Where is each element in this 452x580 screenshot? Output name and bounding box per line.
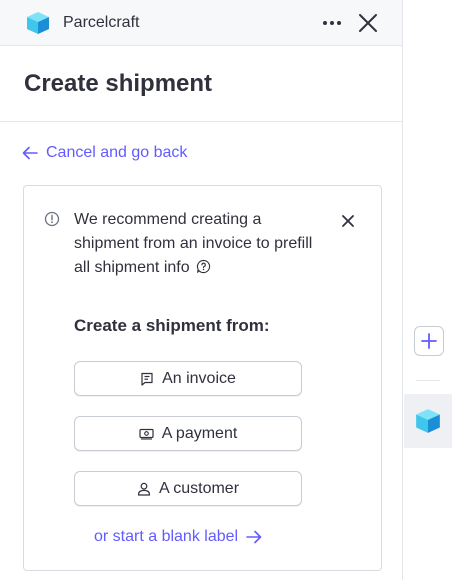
blank-label-link[interactable]: or start a blank label <box>94 528 262 546</box>
arrow-left-icon <box>22 146 38 160</box>
invoice-icon <box>141 372 153 386</box>
create-shipment-card: We recommend creating a shipment from an… <box>23 185 382 571</box>
more-options-button[interactable] <box>318 9 346 37</box>
plus-icon <box>421 333 437 349</box>
rail-divider <box>416 380 440 381</box>
blank-label-text: or start a blank label <box>94 528 239 545</box>
from-payment-label: A payment <box>161 424 238 442</box>
app-side-rail <box>404 0 452 580</box>
close-icon <box>342 215 354 227</box>
parcelcraft-cube-icon <box>416 409 440 433</box>
help-icon[interactable] <box>196 258 211 282</box>
more-horizontal-icon <box>323 20 341 25</box>
dismiss-notice-button[interactable] <box>341 214 357 230</box>
payment-icon <box>139 428 154 440</box>
customer-icon <box>137 482 151 496</box>
cancel-back-link[interactable]: Cancel and go back <box>22 144 187 162</box>
parcelcraft-cube-icon <box>24 9 52 37</box>
from-invoice-label: An invoice <box>162 369 236 387</box>
app-drawer-panel: Parcelcraft Create shipment Cancel and g… <box>0 0 403 580</box>
close-icon <box>359 13 377 32</box>
arrow-right-icon <box>246 530 262 544</box>
recommendation-notice: We recommend creating a shipment from an… <box>44 208 314 282</box>
notice-message: We recommend creating a shipment from an… <box>74 208 314 282</box>
info-icon <box>44 211 60 227</box>
from-customer-label: A customer <box>158 479 240 497</box>
parcelcraft-app-button[interactable] <box>404 394 452 448</box>
create-from-heading: Create a shipment from: <box>74 316 270 335</box>
drawer-header: Parcelcraft <box>0 0 402 46</box>
cancel-back-label: Cancel and go back <box>46 144 188 161</box>
notice-text: We recommend creating a shipment from an… <box>74 211 313 276</box>
close-drawer-button[interactable] <box>354 9 382 37</box>
from-customer-button[interactable]: A customer <box>74 471 302 506</box>
page-title: Create shipment <box>24 69 213 97</box>
from-invoice-button[interactable]: An invoice <box>74 361 302 396</box>
page-header: Create shipment <box>0 46 402 122</box>
app-name: Parcelcraft <box>63 13 140 31</box>
from-payment-button[interactable]: A payment <box>74 416 302 451</box>
add-app-button[interactable] <box>414 326 444 356</box>
